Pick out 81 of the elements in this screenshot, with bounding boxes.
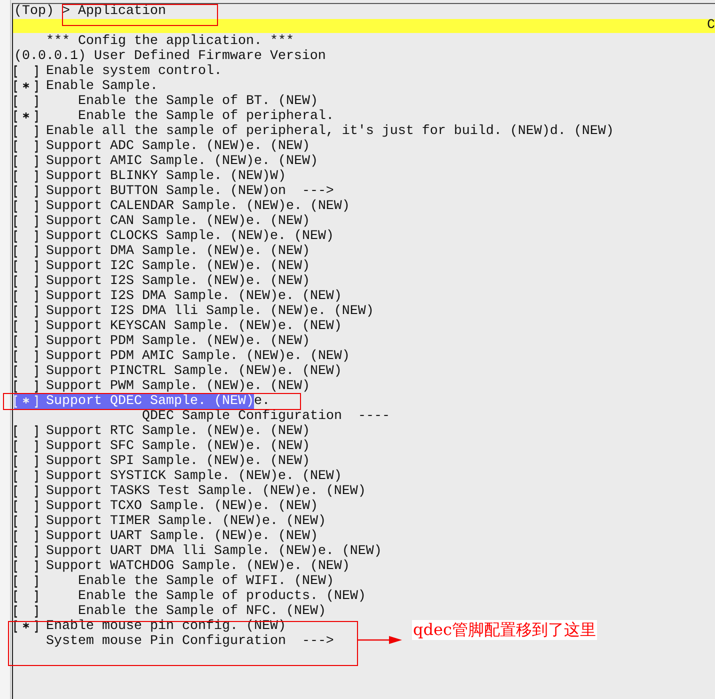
menu-item[interactable]: Support I2S Sample. (NEW)e. (NEW) (38, 274, 310, 289)
checkbox[interactable] (14, 349, 38, 364)
title-bar-text: C (707, 19, 715, 33)
menu-item[interactable]: Support PWM Sample. (NEW)e. (NEW) (38, 379, 310, 394)
menu-item[interactable]: Support TASKS Test Sample. (NEW)e. (NEW) (38, 484, 366, 499)
menu-item[interactable]: (0.0.0.1) User Defined Firmware Version (14, 49, 326, 64)
menu-item[interactable]: Enable Sample. (38, 79, 158, 94)
checkbox[interactable] (14, 124, 38, 139)
menu-item[interactable]: Support I2C Sample. (NEW)e. (NEW) (38, 259, 310, 274)
checkbox[interactable] (14, 274, 38, 289)
checkbox[interactable] (14, 589, 38, 604)
menu-item[interactable]: Enable the Sample of BT. (NEW) (38, 94, 318, 109)
checkbox[interactable] (14, 469, 38, 484)
checkbox[interactable] (14, 64, 38, 79)
menu-item[interactable]: Support SFC Sample. (NEW)e. (NEW) (38, 439, 310, 454)
checkbox[interactable] (14, 94, 38, 109)
checkbox[interactable] (14, 199, 38, 214)
menu-item[interactable]: Support KEYSCAN Sample. (NEW)e. (NEW) (38, 319, 342, 334)
menu-item[interactable]: Enable the Sample of NFC. (NEW) (38, 604, 326, 619)
arrow (357, 634, 403, 646)
checkbox[interactable] (14, 259, 38, 274)
checkbox[interactable] (14, 529, 38, 544)
checkbox[interactable] (14, 154, 38, 169)
checkbox[interactable] (14, 439, 38, 454)
menu-item[interactable]: Enable the Sample of peripheral. (38, 109, 334, 124)
checkbox[interactable] (14, 454, 38, 469)
menu-item[interactable]: Support RTC Sample. (NEW)e. (NEW) (38, 424, 310, 439)
menu-item[interactable]: Support DMA Sample. (NEW)e. (NEW) (38, 244, 310, 259)
menu-item[interactable]: Support AMIC Sample. (NEW)e. (NEW) (38, 154, 318, 169)
submenu-item[interactable]: System mouse Pin Configuration ---> (14, 634, 334, 649)
menu-item[interactable]: Support PDM Sample. (NEW)e. (NEW) (38, 334, 310, 349)
menu-item[interactable]: Support QDEC Sample. (NEW) (38, 394, 254, 409)
checkbox[interactable] (14, 379, 38, 394)
checkbox[interactable] (14, 334, 38, 349)
menu-item[interactable]: Support UART Sample. (NEW)e. (NEW) (38, 529, 318, 544)
checkbox[interactable] (14, 229, 38, 244)
checkbox[interactable] (14, 244, 38, 259)
menu-item[interactable]: Enable system control. (38, 64, 222, 79)
checkbox[interactable] (14, 604, 38, 619)
menu-item[interactable]: Support CLOCKS Sample. (NEW)e. (NEW) (38, 229, 334, 244)
menu-item[interactable]: Enable the Sample of products. (NEW) (38, 589, 366, 604)
menu-section-header: QDEC Sample Configuration ---- (141, 409, 390, 424)
menu-item[interactable]: Support I2S DMA Sample. (NEW)e. (NEW) (38, 289, 342, 304)
menu-item[interactable]: Support CAN Sample. (NEW)e. (NEW) (38, 214, 310, 229)
checkbox[interactable] (14, 484, 38, 499)
menu-item[interactable]: Support BUTTON Sample. (NEW)on ---> (38, 184, 334, 199)
menu-item[interactable]: Enable the Sample of WIFI. (NEW) (38, 574, 334, 589)
menu-item[interactable]: Support ADC Sample. (NEW)e. (NEW) (38, 139, 310, 154)
menu-item[interactable]: Support PDM AMIC Sample. (NEW)e. (NEW) (38, 349, 350, 364)
checkbox[interactable] (14, 364, 38, 379)
checkbox[interactable] (14, 619, 38, 634)
menu-item[interactable]: Support BLINKY Sample. (NEW)W) (38, 169, 286, 184)
menu-item[interactable]: Support SYSTICK Sample. (NEW)e. (NEW) (38, 469, 342, 484)
checkbox[interactable] (14, 289, 38, 304)
checkbox[interactable] (14, 319, 38, 334)
checkbox[interactable] (14, 79, 38, 94)
checkbox[interactable] (14, 514, 38, 529)
checkbox[interactable] (14, 214, 38, 229)
leftover-text: e. (254, 394, 270, 409)
menu-item[interactable]: Enable all the sample of peripheral, it's just for build. (NEW)d. (NEW) (38, 124, 614, 139)
checkbox[interactable] (14, 169, 38, 184)
checkbox[interactable] (14, 424, 38, 439)
menu-item[interactable]: Support TCXO Sample. (NEW)e. (NEW) (38, 499, 318, 514)
checkbox[interactable] (14, 304, 38, 319)
menu-item[interactable]: Support CALENDAR Sample. (NEW)e. (NEW) (38, 199, 350, 214)
checkbox[interactable] (14, 499, 38, 514)
breadcrumb: (Top) > Application (13, 4, 166, 19)
menu-comment: *** Config the application. *** (45, 34, 294, 49)
menu-item[interactable]: Support SPI Sample. (NEW)e. (NEW) (38, 454, 310, 469)
menu-item[interactable]: Support I2S DMA lli Sample. (NEW)e. (NEW) (38, 304, 374, 319)
checkbox[interactable] (14, 139, 38, 154)
checkbox[interactable] (14, 574, 38, 589)
menu-item[interactable]: Support TIMER Sample. (NEW)e. (NEW) (38, 514, 326, 529)
menu-item[interactable]: Support WATCHDOG Sample. (NEW)e. (NEW) (38, 559, 350, 574)
checkbox[interactable] (14, 109, 38, 124)
annotation-note: qdec管脚配置移到了这里 (412, 620, 597, 640)
checkbox[interactable] (14, 184, 38, 199)
checkbox[interactable] (14, 544, 38, 559)
menu-item[interactable]: Support UART DMA lli Sample. (NEW)e. (NEW) (38, 544, 382, 559)
menu-item[interactable]: Support PINCTRL Sample. (NEW)e. (NEW) (38, 364, 342, 379)
checkbox[interactable] (14, 559, 38, 574)
